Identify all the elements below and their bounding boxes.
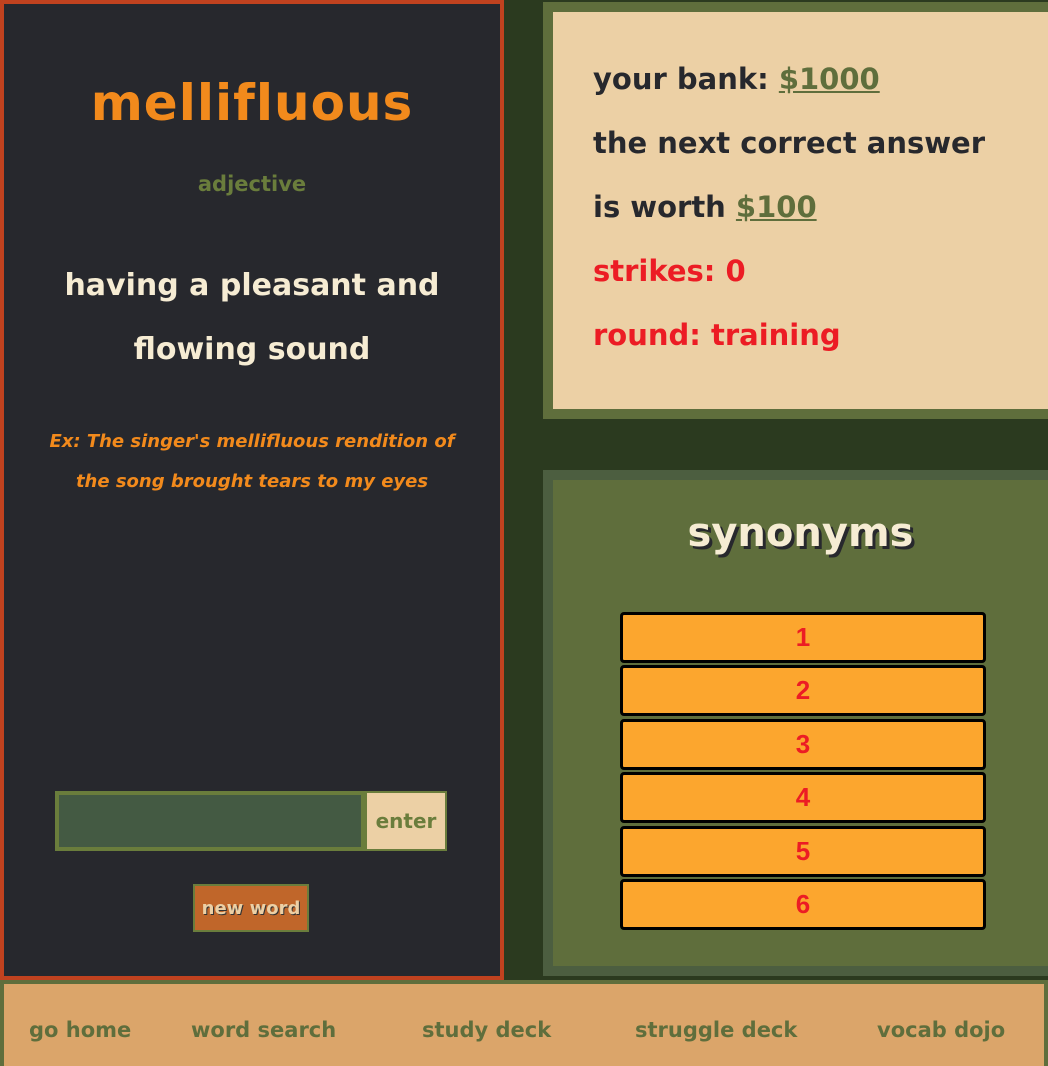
- definition-line: flowing sound: [133, 332, 371, 367]
- bottom-nav: go home word search study deck struggle …: [0, 980, 1048, 1066]
- part-of-speech: adjective: [197, 172, 307, 196]
- definition: having a pleasant and flowing sound: [44, 254, 460, 382]
- answer-input[interactable]: [55, 791, 365, 851]
- definition-line: having a pleasant and: [64, 268, 440, 303]
- stats-panel: your bank: $1000 the next correct answer…: [543, 2, 1048, 419]
- synonym-slot[interactable]: 1: [620, 612, 986, 663]
- nav-struggle-deck[interactable]: struggle deck: [635, 1018, 797, 1042]
- strikes-counter: strikes: 0: [593, 254, 746, 288]
- synonyms-title: synonyms: [687, 510, 914, 556]
- bank-line: your bank: $1000: [593, 62, 880, 96]
- synonym-list: 1 2 3 4 5 6: [620, 612, 986, 932]
- nav-word-search[interactable]: word search: [191, 1018, 336, 1042]
- enter-button[interactable]: enter: [365, 791, 447, 851]
- synonym-slot[interactable]: 6: [620, 878, 986, 930]
- worth-value-link[interactable]: $100: [736, 190, 817, 224]
- synonyms-panel: synonyms 1 2 3 4 5 6: [543, 470, 1048, 976]
- bank-value-link[interactable]: $1000: [779, 62, 880, 96]
- synonym-slot[interactable]: 2: [620, 665, 986, 717]
- synonym-slot[interactable]: 5: [620, 825, 986, 877]
- example-sentence: Ex: The singer's mellifluous rendition o…: [34, 422, 470, 502]
- example-line: the song brought tears to my eyes: [75, 471, 429, 492]
- nav-go-home[interactable]: go home: [29, 1018, 131, 1042]
- new-word-button[interactable]: new word: [193, 884, 309, 932]
- example-line: Ex: The singer's mellifluous rendition o…: [49, 431, 455, 452]
- synonym-slot[interactable]: 4: [620, 772, 986, 824]
- next-answer-line: the next correct answer: [593, 126, 986, 160]
- nav-vocab-dojo[interactable]: vocab dojo: [877, 1018, 1005, 1042]
- nav-study-deck[interactable]: study deck: [422, 1018, 551, 1042]
- worth-label: is worth: [593, 190, 736, 224]
- worth-line: is worth $100: [593, 190, 817, 224]
- synonym-slot[interactable]: 3: [620, 718, 986, 770]
- word-panel: mellifluous adjective having a pleasant …: [0, 0, 504, 980]
- round-indicator: round: training: [593, 318, 841, 352]
- bank-label: your bank:: [593, 62, 779, 96]
- word-title: mellifluous: [90, 74, 414, 132]
- app-root: mellifluous adjective having a pleasant …: [0, 0, 1048, 1066]
